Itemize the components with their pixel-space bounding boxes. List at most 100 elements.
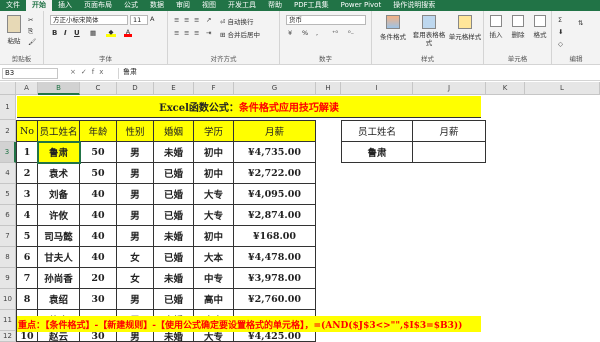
cell-styles-button[interactable]: 单元格样式: [448, 15, 482, 41]
table-cell[interactable]: 中专: [194, 268, 234, 289]
bold-button[interactable]: B: [52, 29, 57, 37]
table-cell[interactable]: 大本: [194, 247, 234, 268]
table-cell[interactable]: 大专: [194, 205, 234, 226]
insert-cells-button[interactable]: 插入: [486, 15, 506, 39]
table-cell[interactable]: 已婚: [154, 289, 194, 310]
table-cell[interactable]: 孙尚香: [38, 268, 80, 289]
table-cell[interactable]: 7: [16, 268, 38, 289]
table-cell[interactable]: 已婚: [154, 247, 194, 268]
tell-me-search[interactable]: 操作说明搜索: [387, 0, 441, 11]
decrease-decimal-icon[interactable]: ⁰₋: [348, 29, 354, 37]
cut-icon[interactable]: ✂: [28, 16, 33, 24]
currency-icon[interactable]: ¥: [288, 29, 292, 37]
table-cell[interactable]: 甘夫人: [38, 247, 80, 268]
column-header-l[interactable]: L: [525, 82, 600, 95]
table-cell[interactable]: 6: [16, 247, 38, 268]
column-header-k[interactable]: K: [486, 82, 525, 95]
delete-cells-button[interactable]: 删除: [508, 15, 528, 39]
table-cell[interactable]: ¥4,478.00: [234, 247, 316, 268]
name-box[interactable]: B3: [2, 68, 58, 79]
row-header-3[interactable]: 3: [0, 142, 16, 163]
table-cell[interactable]: 许攸: [38, 205, 80, 226]
align-center-icon[interactable]: ≡: [184, 29, 189, 37]
table-cell[interactable]: 已婚: [154, 184, 194, 205]
wrap-text-button[interactable]: ⏎ 自动换行: [220, 16, 254, 26]
column-header-i[interactable]: I: [341, 82, 413, 95]
fill-color-icon[interactable]: ◆: [106, 28, 116, 37]
table-cell[interactable]: 40: [80, 205, 117, 226]
align-right-icon[interactable]: ≡: [194, 29, 199, 37]
table-cell[interactable]: 大专: [194, 331, 234, 342]
align-top-icon[interactable]: ≡: [174, 16, 179, 24]
tab-data[interactable]: 数据: [144, 0, 170, 11]
table-cell[interactable]: 2: [16, 163, 38, 184]
row-header-10[interactable]: 10: [0, 289, 16, 310]
formula-input[interactable]: 鲁肃: [118, 68, 596, 79]
grow-font-icon[interactable]: A: [150, 15, 154, 23]
comma-style-icon[interactable]: ,: [316, 29, 318, 37]
table-cell[interactable]: 40: [80, 184, 117, 205]
table-header-cell[interactable]: 学历: [194, 120, 234, 142]
format-as-table-button[interactable]: 套用表格格式: [412, 15, 446, 47]
table-cell[interactable]: 未婚: [154, 142, 194, 163]
format-cells-button[interactable]: 格式: [530, 15, 550, 39]
table-cell[interactable]: 男: [117, 163, 154, 184]
column-header-h[interactable]: H: [316, 82, 341, 95]
row-header-5[interactable]: 5: [0, 184, 16, 205]
table-cell[interactable]: 赵云: [38, 331, 80, 342]
align-bottom-icon[interactable]: ≡: [194, 16, 199, 24]
table-header-cell[interactable]: 月薪: [234, 120, 316, 142]
select-all-corner[interactable]: [0, 82, 16, 95]
table-cell[interactable]: 男: [117, 142, 154, 163]
table-cell[interactable]: ¥2,874.00: [234, 205, 316, 226]
table-cell[interactable]: 鲁肃: [38, 142, 80, 163]
tab-view[interactable]: 视图: [196, 0, 222, 11]
table-cell[interactable]: 1: [16, 142, 38, 163]
table-cell[interactable]: 男: [117, 289, 154, 310]
table-cell[interactable]: ¥3,978.00: [234, 268, 316, 289]
table-cell[interactable]: 50: [80, 163, 117, 184]
tab-power-pivot[interactable]: Power Pivot: [335, 0, 388, 11]
font-color-icon[interactable]: A: [124, 28, 132, 37]
query-header-cell[interactable]: 月薪: [413, 120, 486, 142]
row-header-11[interactable]: 11: [0, 310, 16, 331]
tab-home[interactable]: 开始: [26, 0, 52, 11]
table-cell[interactable]: 女: [117, 247, 154, 268]
tab-review[interactable]: 审阅: [170, 0, 196, 11]
table-cell[interactable]: 高中: [194, 289, 234, 310]
percent-icon[interactable]: %: [302, 29, 308, 37]
table-cell[interactable]: 未婚: [154, 226, 194, 247]
table-cell[interactable]: 已婚: [154, 163, 194, 184]
table-cell[interactable]: 30: [80, 289, 117, 310]
fill-icon[interactable]: ⬇: [558, 28, 563, 36]
formula-bar-icons[interactable]: ×✓fx: [70, 68, 108, 76]
column-header-f[interactable]: F: [194, 82, 234, 95]
table-cell[interactable]: 男: [117, 205, 154, 226]
row-header-6[interactable]: 6: [0, 205, 16, 226]
table-header-cell[interactable]: 性别: [117, 120, 154, 142]
query-value-cell[interactable]: [413, 142, 486, 163]
tab-page-layout[interactable]: 页面布局: [78, 0, 118, 11]
align-left-icon[interactable]: ≡: [174, 29, 179, 37]
column-header-c[interactable]: C: [80, 82, 117, 95]
table-header-cell[interactable]: 年龄: [80, 120, 117, 142]
table-cell[interactable]: 初中: [194, 226, 234, 247]
query-value-cell[interactable]: 鲁肃: [341, 142, 413, 163]
table-cell[interactable]: 司马懿: [38, 226, 80, 247]
table-cell[interactable]: ¥168.00: [234, 226, 316, 247]
row-header-8[interactable]: 8: [0, 247, 16, 268]
align-middle-icon[interactable]: ≡: [184, 16, 189, 24]
sort-filter-icon[interactable]: ⇅: [578, 19, 583, 27]
table-cell[interactable]: ¥2,722.00: [234, 163, 316, 184]
font-name-select[interactable]: 方正小标宋简体: [50, 15, 128, 25]
table-cell[interactable]: 8: [16, 289, 38, 310]
worksheet-grid[interactable]: A B C D E F G H I J K L 1 2 3 4 5 6 7 8 9 10 11 12 No 员工姓名 年龄 性别 婚姻学…: [0, 82, 600, 342]
number-format-select[interactable]: 货币: [286, 15, 366, 25]
table-header-cell[interactable]: 员工姓名: [38, 120, 80, 142]
tab-pdf-tools[interactable]: PDF工具集: [288, 0, 335, 11]
table-cell[interactable]: 刘备: [38, 184, 80, 205]
table-cell[interactable]: 初中: [194, 142, 234, 163]
row-header-12[interactable]: 12: [0, 331, 16, 342]
table-cell[interactable]: 10: [16, 331, 38, 342]
table-cell[interactable]: 30: [80, 331, 117, 342]
